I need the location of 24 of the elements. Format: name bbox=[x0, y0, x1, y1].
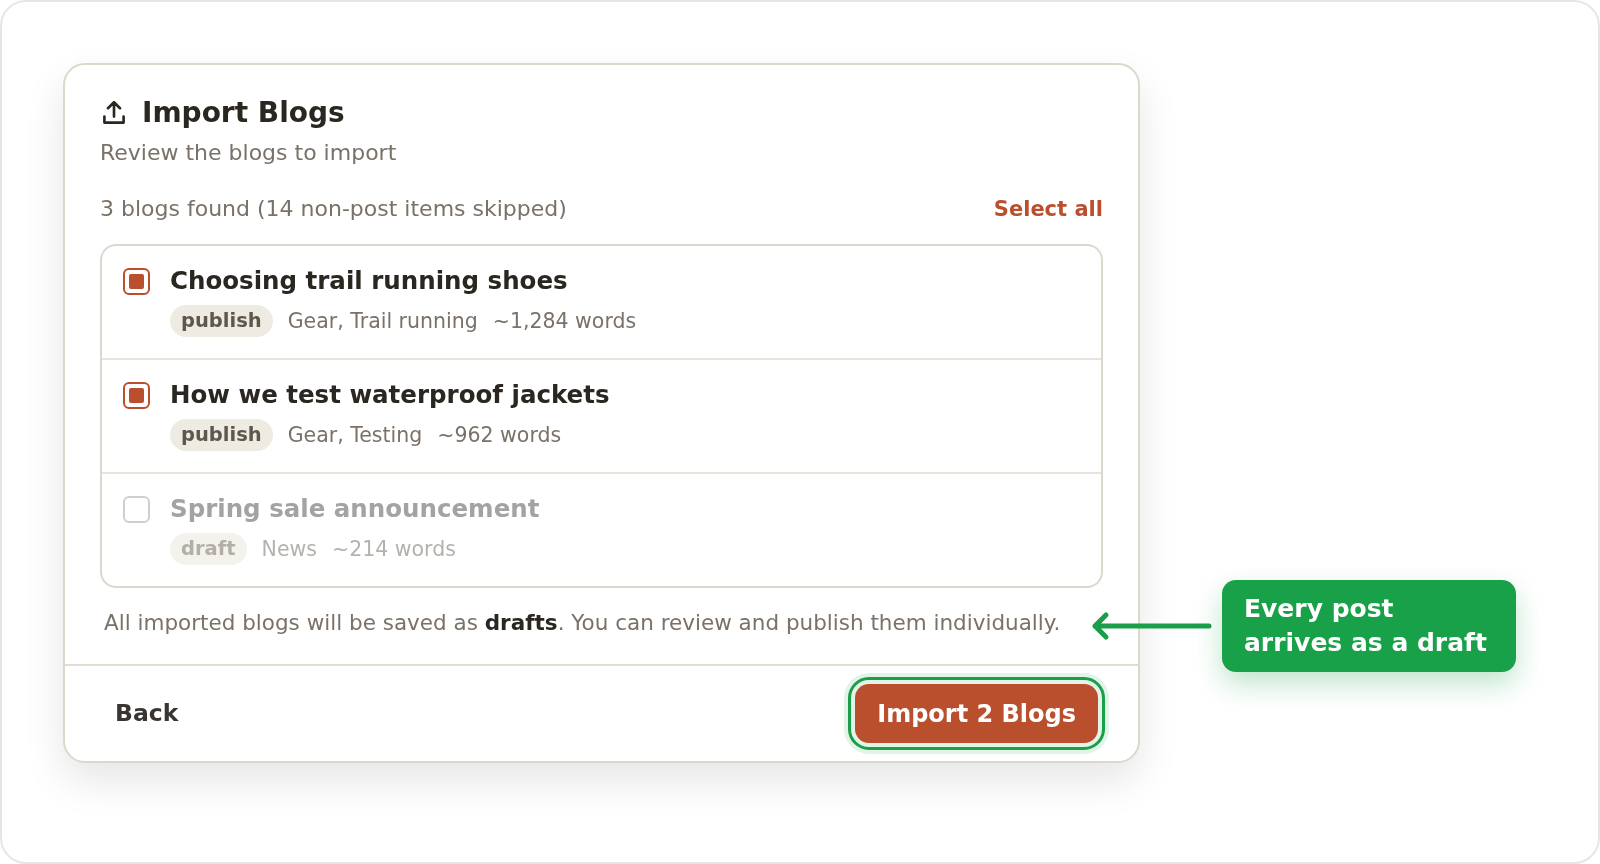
upload-icon bbox=[102, 101, 126, 125]
status-badge: publish bbox=[170, 419, 273, 451]
drafts-note: All imported blogs will be saved as drafts. You can review and publish them individually. bbox=[103, 609, 1062, 637]
blog-title: Choosing trail running shoes bbox=[170, 266, 568, 296]
blog-tags: News bbox=[261, 536, 317, 562]
blog-title: Spring sale announcement bbox=[170, 494, 540, 524]
status-badge: draft bbox=[170, 533, 247, 565]
blog-tags: Gear, Trail running bbox=[287, 308, 478, 334]
word-count: ~1,284 words bbox=[492, 308, 637, 334]
word-count: ~214 words bbox=[331, 536, 456, 562]
dialog-subtitle: Review the blogs to import bbox=[100, 139, 398, 167]
back-button[interactable]: Back bbox=[105, 687, 189, 740]
status-badge: publish bbox=[170, 305, 273, 337]
blog-tags: Gear, Testing bbox=[287, 422, 423, 448]
dialog-title: Import Blogs bbox=[142, 95, 345, 131]
select-all-link[interactable]: Select all bbox=[993, 194, 1103, 224]
word-count: ~962 words bbox=[437, 422, 562, 448]
callout-note: Every post arrives as a draft bbox=[1222, 580, 1516, 672]
left-arrow-icon bbox=[1090, 611, 1212, 641]
checkbox[interactable] bbox=[123, 495, 150, 523]
checked-checkbox[interactable] bbox=[123, 267, 150, 295]
blogs-summary: 3 blogs found (14 non-post items skipped) bbox=[100, 195, 567, 223]
blog-title: How we test waterproof jackets bbox=[170, 380, 610, 410]
checked-checkbox[interactable] bbox=[123, 381, 150, 409]
